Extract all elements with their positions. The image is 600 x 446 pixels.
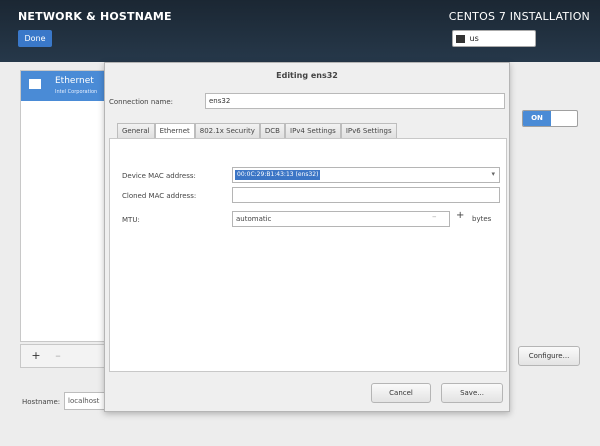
spoke-title: NETWORK & HOSTNAME bbox=[18, 10, 172, 23]
device-vendor: Intel Corporation bbox=[55, 89, 98, 95]
mtu-label: MTU: bbox=[122, 216, 140, 224]
device-item-ethernet[interactable]: Ethernet Intel Corporation bbox=[21, 71, 109, 101]
ethernet-icon bbox=[29, 79, 41, 89]
connection-name-input[interactable]: ens32 bbox=[205, 93, 505, 109]
cloned-mac-label: Cloned MAC address: bbox=[122, 192, 197, 200]
cloned-mac-input[interactable] bbox=[232, 187, 500, 203]
product-title: CENTOS 7 INSTALLATION bbox=[448, 10, 590, 23]
switch-on-label: ON bbox=[523, 111, 551, 126]
tab-8021x-security[interactable]: 802.1x Security bbox=[194, 123, 260, 139]
device-list-toolbar: + – bbox=[20, 344, 110, 368]
keyboard-layout-label: us bbox=[469, 34, 479, 43]
done-button[interactable]: Done bbox=[18, 30, 52, 47]
device-mac-combobox[interactable]: 00:0C:29:B1:43:13 (ens32) ▾ bbox=[232, 167, 500, 183]
tab-dcb[interactable]: DCB bbox=[259, 123, 285, 139]
add-device-button[interactable]: + bbox=[27, 349, 45, 363]
mtu-input[interactable]: automatic bbox=[232, 211, 450, 227]
device-list[interactable]: Ethernet Intel Corporation bbox=[20, 70, 110, 342]
mtu-increment-button[interactable]: + bbox=[456, 210, 464, 221]
save-button[interactable]: Save... bbox=[441, 383, 503, 403]
tab-ethernet[interactable]: Ethernet bbox=[154, 123, 195, 139]
keyboard-layout-indicator[interactable]: us bbox=[452, 30, 536, 47]
connection-name-label: Connection name: bbox=[109, 98, 174, 106]
cancel-button[interactable]: Cancel bbox=[371, 383, 431, 403]
tab-general[interactable]: General bbox=[117, 123, 155, 139]
edit-connection-dialog: Editing ens32 Connection name: ens32 Gen… bbox=[104, 62, 510, 412]
mtu-unit-label: bytes bbox=[472, 215, 492, 223]
top-header: NETWORK & HOSTNAME Done CENTOS 7 INSTALL… bbox=[0, 0, 600, 62]
settings-tabs: General Ethernet 802.1x Security DCB IPv4 Se… bbox=[117, 123, 397, 139]
chevron-down-icon: ▾ bbox=[491, 170, 495, 178]
device-mac-label: Device MAC address: bbox=[122, 172, 196, 180]
dialog-title: Editing ens32 bbox=[276, 71, 338, 80]
device-mac-value: 00:0C:29:B1:43:13 (ens32) bbox=[235, 170, 321, 180]
tab-ipv4-settings[interactable]: IPv4 Settings bbox=[285, 123, 341, 139]
hostname-label: Hostname: bbox=[22, 398, 61, 406]
remove-device-button[interactable]: – bbox=[49, 349, 67, 363]
ethernet-tab-panel: Device MAC address: 00:0C:29:B1:43:13 (e… bbox=[109, 138, 507, 372]
device-on-off-switch[interactable]: ON bbox=[522, 110, 578, 127]
keyboard-icon bbox=[456, 34, 465, 43]
device-name: Ethernet bbox=[55, 76, 94, 86]
configure-button[interactable]: Configure... bbox=[518, 346, 580, 366]
mtu-decrement-button[interactable]: – bbox=[432, 212, 437, 222]
tab-ipv6-settings[interactable]: IPv6 Settings bbox=[340, 123, 397, 139]
